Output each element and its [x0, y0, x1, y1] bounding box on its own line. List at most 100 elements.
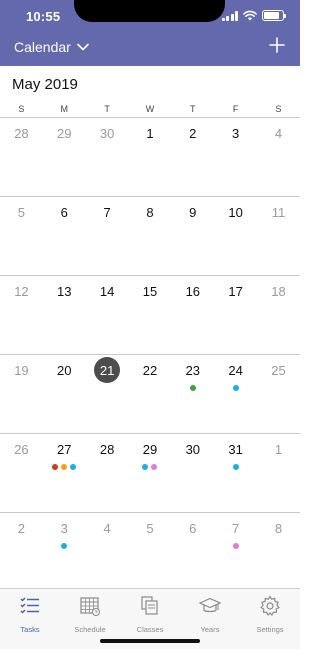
day-number: 15	[142, 284, 158, 299]
day-number: 23	[185, 363, 201, 378]
day-cell[interactable]: 26	[0, 434, 43, 512]
day-cell[interactable]: 17	[214, 276, 257, 354]
day-cell-today[interactable]: 21	[86, 355, 129, 433]
app-header: 10:55 Calendar	[0, 0, 300, 66]
day-cell[interactable]: 18	[257, 276, 300, 354]
day-cell[interactable]: 8	[257, 513, 300, 591]
settings-icon	[259, 595, 281, 622]
day-cell[interactable]: 13	[43, 276, 86, 354]
nav-title: Calendar	[14, 39, 71, 55]
day-cell[interactable]: 6	[43, 197, 86, 275]
day-number: 28	[14, 126, 29, 141]
day-cell[interactable]: 28	[0, 118, 43, 196]
day-number: 29	[142, 442, 158, 457]
weekday-label: M	[60, 104, 69, 114]
day-cell[interactable]: 2	[171, 118, 214, 196]
day-number: 2	[189, 126, 197, 141]
day-cell[interactable]: 7	[214, 513, 257, 591]
day-cell[interactable]: 10	[214, 197, 257, 275]
day-cell[interactable]: 2	[0, 513, 43, 591]
day-number: 28	[99, 442, 115, 457]
day-cell[interactable]: 14	[86, 276, 129, 354]
day-number: 16	[185, 284, 201, 299]
calendar-view-selector[interactable]: Calendar	[14, 39, 89, 55]
day-number: 8	[274, 521, 283, 536]
day-cell[interactable]: 7	[86, 197, 129, 275]
day-number: 10	[228, 205, 243, 220]
day-cell[interactable]: 30	[171, 434, 214, 512]
day-cell[interactable]: 15	[129, 276, 172, 354]
years-icon	[198, 595, 222, 622]
day-cell[interactable]: 3	[43, 513, 86, 591]
day-cell[interactable]: 12	[0, 276, 43, 354]
tab-tasks[interactable]: Tasks	[0, 589, 60, 649]
day-cell[interactable]: 29	[43, 118, 86, 196]
event-dots	[171, 385, 214, 391]
wifi-icon	[243, 10, 257, 21]
day-cell[interactable]: 22	[129, 355, 172, 433]
day-cell[interactable]: 27	[43, 434, 86, 512]
event-dot	[232, 464, 239, 470]
day-number: 12	[14, 284, 29, 299]
tab-label: Classes	[136, 625, 164, 634]
event-dots	[43, 543, 86, 549]
day-cell[interactable]: 28	[86, 434, 129, 512]
day-number: 2	[17, 521, 26, 536]
weekday-label: S	[275, 104, 282, 114]
day-number: 19	[14, 363, 29, 378]
day-cell[interactable]: 24	[214, 355, 257, 433]
day-cell[interactable]: 3	[214, 118, 257, 196]
day-cell[interactable]: 20	[43, 355, 86, 433]
chevron-down-icon	[77, 43, 89, 51]
day-cell[interactable]: 31	[214, 434, 257, 512]
day-cell[interactable]: 30	[86, 118, 129, 196]
day-cell[interactable]: 4	[257, 118, 300, 196]
day-number: 13	[57, 284, 72, 299]
day-cell[interactable]: 23	[171, 355, 214, 433]
weekday-header: SMTWTFS	[0, 104, 300, 116]
event-dot	[232, 543, 239, 549]
tab-label: Tasks	[20, 625, 40, 634]
battery-icon	[262, 10, 286, 21]
day-cell[interactable]: 1	[129, 118, 172, 196]
event-dots	[214, 385, 257, 391]
weekday-label: W	[145, 104, 155, 114]
day-cell[interactable]: 25	[257, 355, 300, 433]
day-cell[interactable]: 11	[257, 197, 300, 275]
day-number: 22	[142, 363, 158, 378]
day-cell[interactable]: 5	[129, 513, 172, 591]
day-number: 21	[99, 363, 115, 378]
day-cell[interactable]: 19	[0, 355, 43, 433]
weekday-label: T	[104, 104, 110, 114]
day-cell[interactable]: 4	[86, 513, 129, 591]
event-dots	[129, 464, 172, 470]
weekday-label: S	[18, 104, 25, 114]
tab-settings[interactable]: Settings	[240, 589, 300, 649]
week-row: 2 3 4 5 6 7 8	[0, 512, 300, 591]
weekday-label: F	[232, 104, 239, 114]
day-number: 29	[57, 126, 72, 141]
event-dot	[232, 385, 239, 391]
event-dot	[52, 464, 59, 470]
event-dots	[214, 543, 257, 549]
event-dot	[142, 464, 149, 470]
event-dots	[214, 464, 257, 470]
day-cell[interactable]: 5	[0, 197, 43, 275]
day-number: 18	[271, 284, 286, 299]
cellular-signal-icon	[221, 10, 238, 21]
day-cell[interactable]: 16	[171, 276, 214, 354]
day-number: 31	[228, 442, 243, 457]
day-cell[interactable]: 6	[171, 513, 214, 591]
day-cell[interactable]: 9	[171, 197, 214, 275]
day-number: 17	[228, 284, 243, 299]
day-cell[interactable]: 29	[129, 434, 172, 512]
week-row: 26 27 28 29 30 31 1	[0, 433, 300, 512]
day-number: 8	[146, 205, 154, 220]
classes-icon	[139, 595, 161, 622]
day-cell[interactable]: 1	[257, 434, 300, 512]
day-number: 11	[271, 205, 286, 220]
tab-label: Years	[200, 625, 220, 634]
add-icon[interactable]	[266, 34, 288, 56]
day-cell[interactable]: 8	[129, 197, 172, 275]
day-number: 30	[185, 442, 201, 457]
